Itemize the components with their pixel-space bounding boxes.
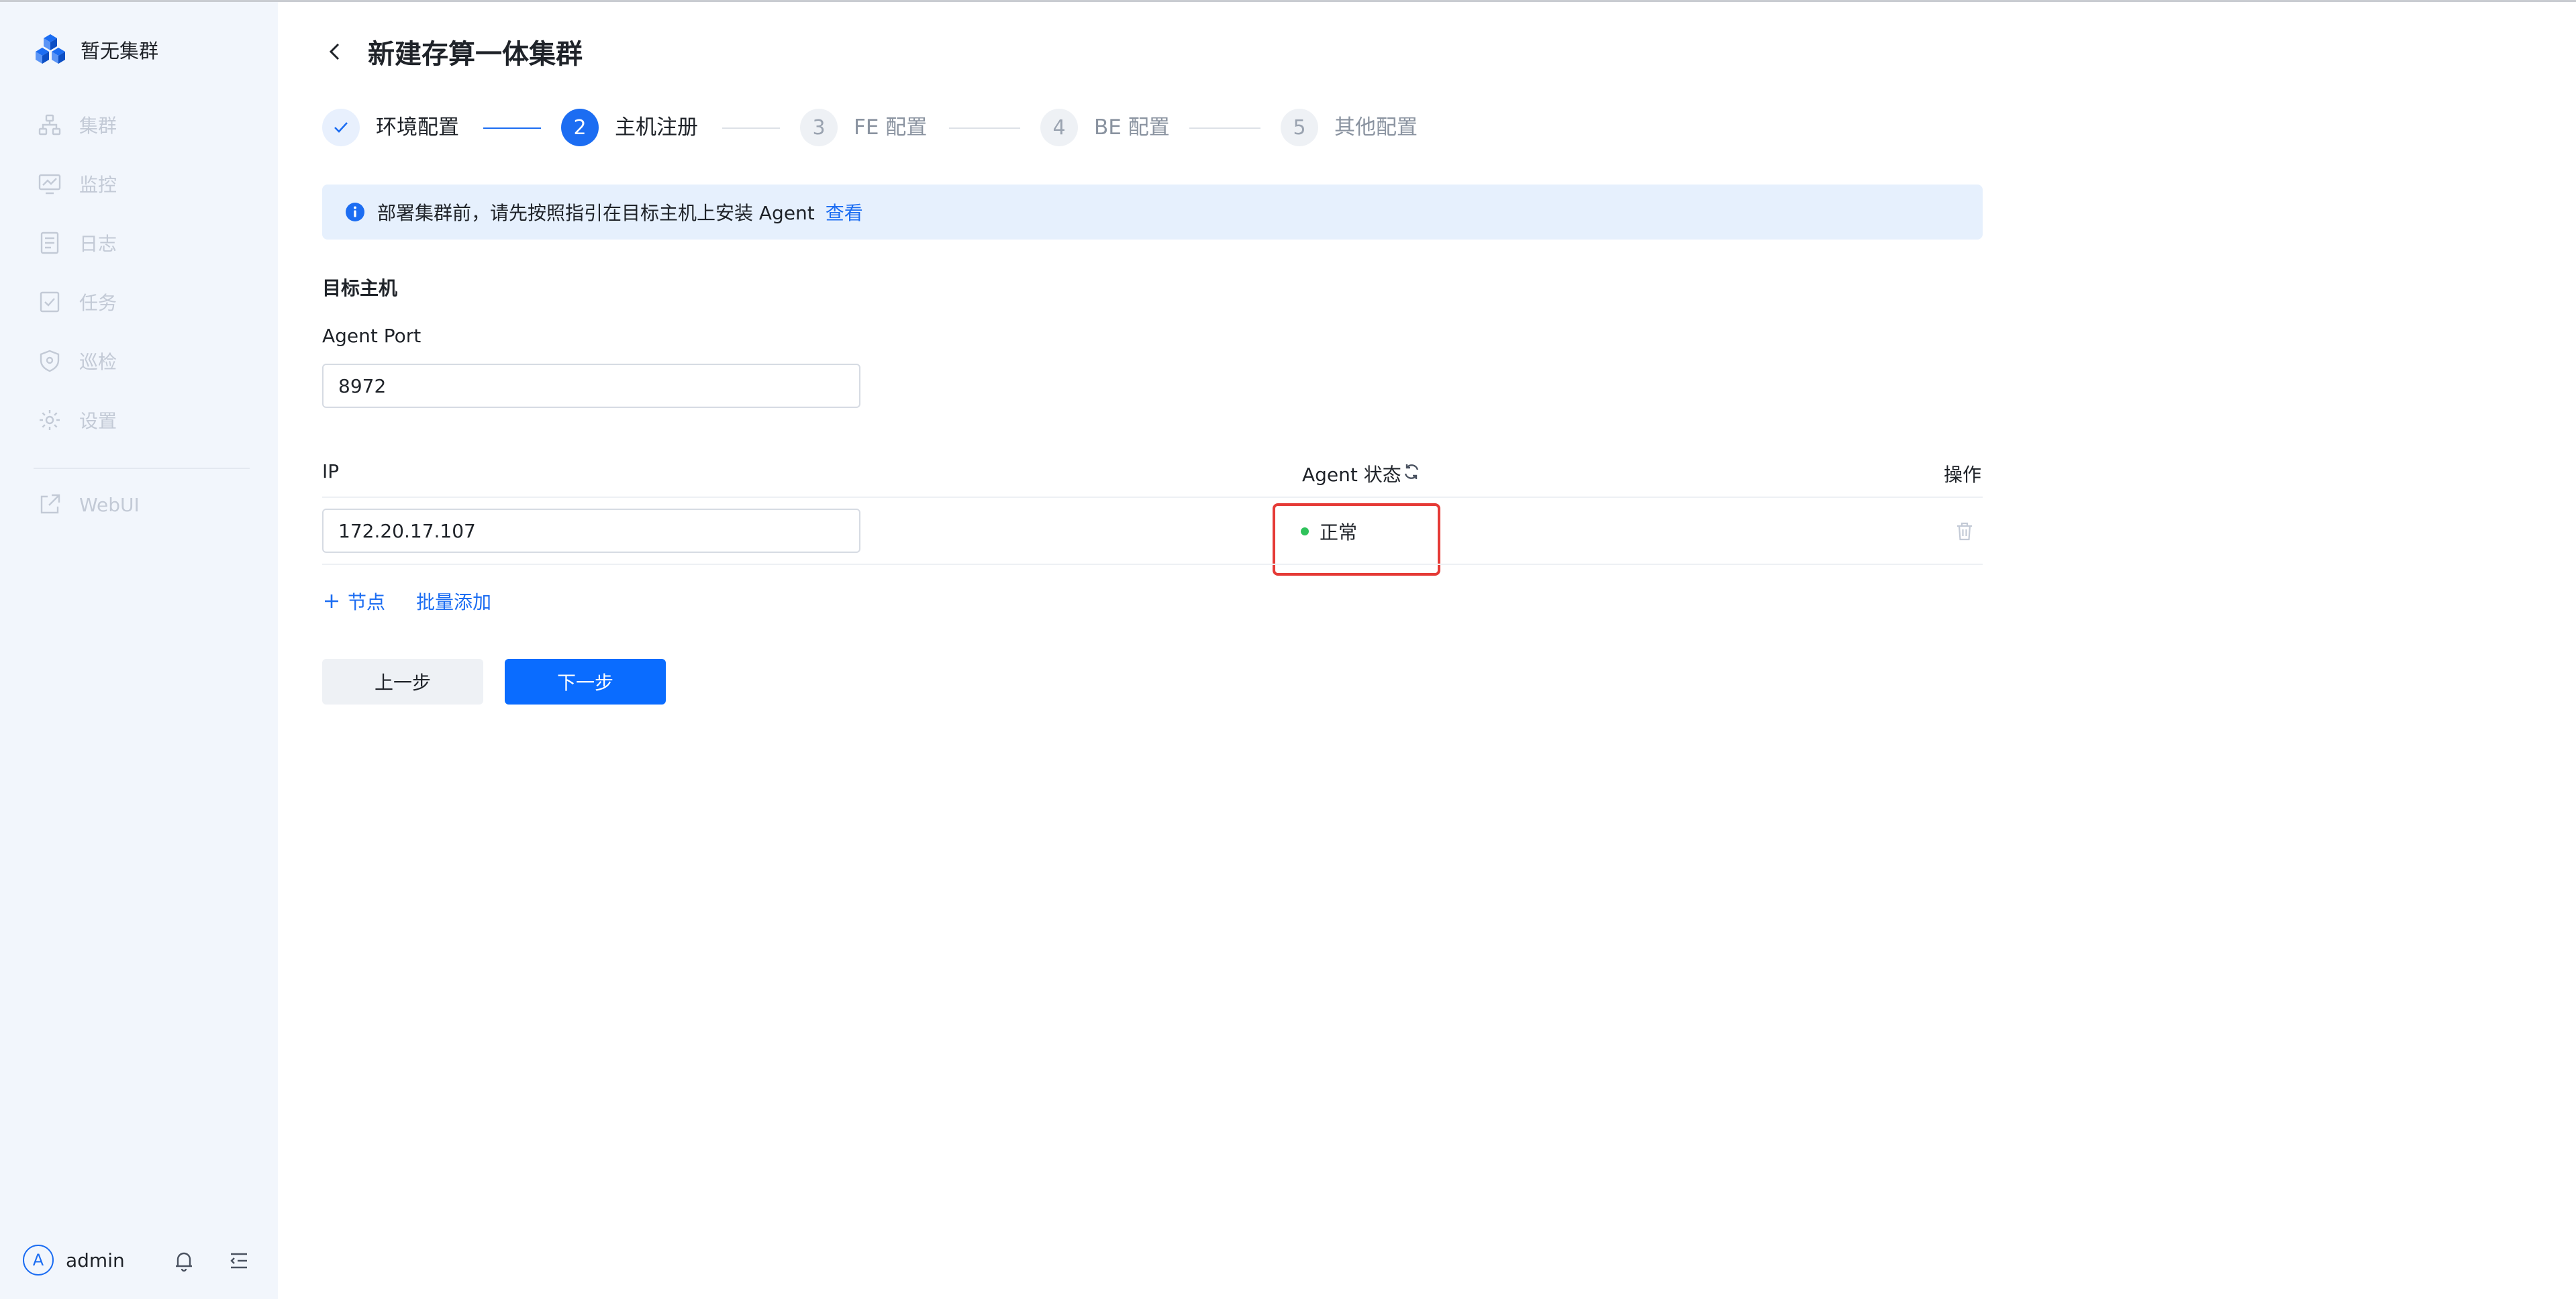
plus-icon	[325, 594, 338, 608]
page-title: 新建存算一体集群	[368, 39, 583, 70]
view-guide-link[interactable]: 查看	[826, 199, 863, 225]
sidebar-item-cluster[interactable]: 集群	[38, 108, 117, 142]
cluster-icon	[38, 114, 61, 136]
sidebar-item-label: 巡检	[79, 351, 117, 373]
prev-step-button[interactable]: 上一步	[322, 659, 483, 705]
window-top-border	[0, 0, 2576, 2]
step-connector-2	[722, 127, 780, 129]
table-header-divider	[322, 497, 1983, 498]
sidebar-divider	[34, 468, 250, 469]
column-header-action: 操作	[1944, 464, 1982, 486]
task-icon	[40, 291, 60, 313]
ip-input[interactable]	[322, 509, 860, 553]
sidebar: 暂无集群 集群 监控 日志 任务 巡检 设置 WebUI A admin	[0, 2, 278, 1299]
agent-port-input[interactable]	[322, 364, 860, 408]
step-1-label: 环境配置	[376, 115, 459, 140]
step-2-circle: 2	[561, 109, 599, 146]
back-arrow-icon[interactable]	[324, 39, 346, 64]
step-connector-4	[1189, 127, 1260, 129]
step-3-circle: 3	[800, 109, 838, 146]
collapse-menu-icon[interactable]	[227, 1249, 251, 1273]
sidebar-item-settings[interactable]: 设置	[38, 403, 117, 437]
step-2-label: 主机注册	[615, 115, 698, 140]
table-row-divider	[322, 564, 1983, 565]
avatar: A	[23, 1245, 54, 1276]
gear-icon	[40, 410, 60, 430]
step-connector-1	[483, 127, 541, 129]
add-node-button[interactable]: 节点	[322, 588, 385, 615]
brand[interactable]: 暂无集群	[34, 33, 158, 66]
username: admin	[66, 1249, 125, 1271]
alert-text: 部署集群前，请先按照指引在目标主机上安装 Agent	[377, 202, 815, 224]
sidebar-item-task[interactable]: 任务	[38, 285, 117, 319]
info-alert: 部署集群前，请先按照指引在目标主机上安装 Agent 查看	[322, 185, 1983, 240]
step-1-circle	[322, 109, 360, 146]
column-header-ip: IP	[322, 460, 340, 482]
sidebar-item-monitor[interactable]: 监控	[38, 167, 117, 201]
cluster-name: 暂无集群	[81, 40, 159, 62]
step-4-label: BE 配置	[1094, 115, 1170, 140]
batch-add-button[interactable]: 批量添加	[416, 588, 491, 615]
external-link-icon	[40, 494, 60, 514]
sidebar-item-label: WebUI	[79, 493, 140, 516]
sidebar-item-log[interactable]: 日志	[38, 226, 117, 260]
add-node-label: 节点	[348, 591, 386, 613]
bell-icon[interactable]	[172, 1249, 196, 1273]
step-4-circle: 4	[1040, 109, 1078, 146]
info-icon	[346, 203, 364, 221]
sidebar-item-webui[interactable]: WebUI	[38, 488, 140, 521]
sidebar-item-label: 任务	[79, 292, 117, 314]
step-3-label: FE 配置	[854, 115, 928, 140]
cube-logo-icon	[36, 34, 65, 64]
inspection-icon	[40, 350, 60, 372]
sidebar-item-label: 监控	[79, 174, 117, 196]
sidebar-item-inspection[interactable]: 巡检	[38, 344, 117, 378]
log-icon	[40, 231, 59, 254]
step-5-circle: 5	[1281, 109, 1318, 146]
target-host-title: 目标主机	[322, 277, 398, 299]
sidebar-item-label: 日志	[79, 233, 117, 255]
trash-icon[interactable]	[1954, 521, 1975, 542]
sidebar-item-label: 集群	[79, 115, 117, 137]
step-5-label: 其他配置	[1334, 115, 1418, 140]
sidebar-item-label: 设置	[79, 410, 117, 432]
agent-port-label: Agent Port	[322, 325, 422, 347]
check-icon	[334, 122, 348, 133]
step-connector-3	[949, 127, 1020, 129]
user-menu[interactable]: A admin	[23, 1245, 125, 1276]
next-step-button[interactable]: 下一步	[505, 659, 666, 705]
column-header-agent-status: Agent 状态	[1302, 464, 1401, 486]
monitor-icon	[38, 174, 61, 195]
refresh-icon[interactable]	[1401, 462, 1422, 482]
